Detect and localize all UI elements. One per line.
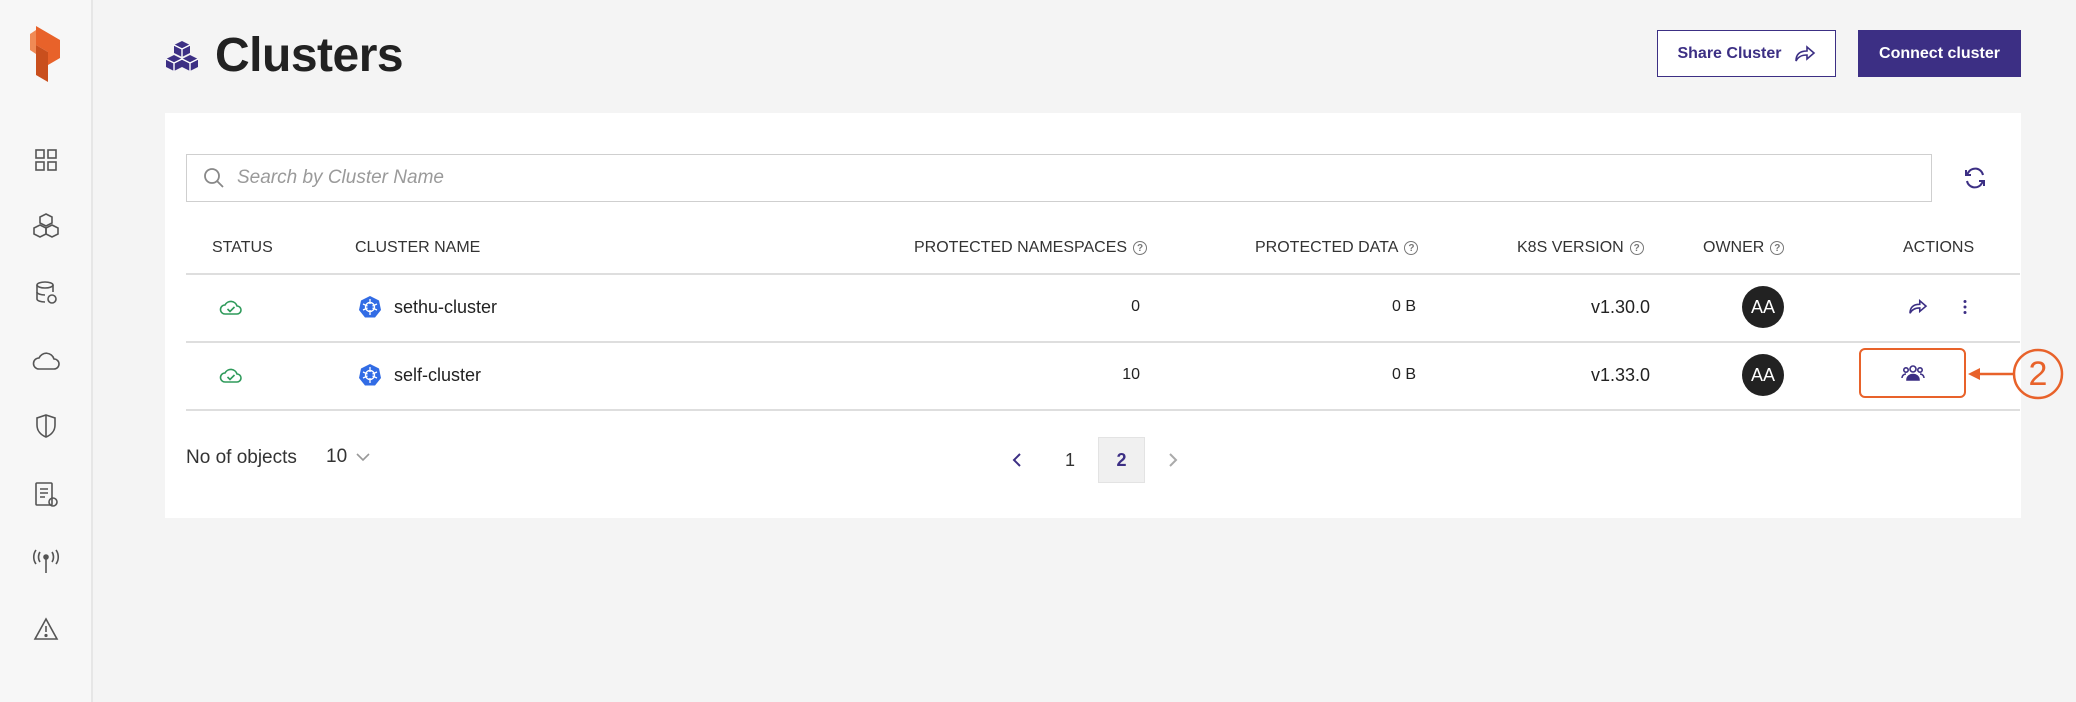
column-header-actions: ACTIONS <box>1903 239 1975 256</box>
antenna-icon[interactable] <box>29 545 63 579</box>
status-cloud-check-icon <box>219 341 243 409</box>
protected-namespaces-value: 0 <box>1131 298 1140 315</box>
report-icon[interactable] <box>29 478 63 512</box>
objects-per-page-select[interactable]: 10 <box>326 446 371 468</box>
column-header-protected-namespaces[interactable]: PROTECTED NAMESPACES? <box>914 239 1148 257</box>
more-menu[interactable] <box>1950 273 1980 341</box>
table-row[interactable]: sethu-cluster 0 0 B v1.30.0 AA <box>186 273 2020 341</box>
owner-cell: AA <box>1742 273 1784 341</box>
kubernetes-icon <box>359 364 381 386</box>
page-2-button[interactable]: 2 <box>1098 437 1145 483</box>
objects-per-page-label: No of objects <box>186 447 297 468</box>
previous-page-button[interactable] <box>994 437 1040 483</box>
connect-cluster-button[interactable]: Connect cluster <box>1858 30 2021 77</box>
database-icon[interactable] <box>29 276 63 310</box>
help-icon[interactable]: ? <box>1404 241 1419 255</box>
k8s-version-value: v1.33.0 <box>1590 364 1650 385</box>
help-icon[interactable]: ? <box>1770 241 1785 255</box>
help-icon[interactable]: ? <box>1629 241 1644 255</box>
warning-icon[interactable] <box>29 612 63 646</box>
k8s-version-value: v1.30.0 <box>1590 296 1650 317</box>
cluster-name-cell[interactable]: self-cluster <box>358 341 481 409</box>
share-icon <box>1794 44 1815 61</box>
row-divider <box>186 409 2020 411</box>
step-number: 2 <box>2028 354 2048 393</box>
table-row[interactable]: self-cluster 10 0 B v1.33.0 AA <box>186 341 2020 409</box>
kubernetes-icon <box>359 296 381 318</box>
grid-icon[interactable] <box>29 143 63 177</box>
page-1-button[interactable]: 1 <box>1047 437 1093 483</box>
protected-data-value: 0 B <box>1391 366 1416 383</box>
column-header-cluster-name[interactable]: CLUSTER NAME <box>355 239 480 257</box>
column-header-k8s-version[interactable]: K8S VERSION? <box>1517 239 1644 257</box>
owner-cell: AA <box>1742 341 1784 409</box>
search-input[interactable] <box>237 167 1887 189</box>
per-page-value: 10 <box>326 446 348 467</box>
help-icon[interactable]: ? <box>1133 241 1148 255</box>
page-title-text: Clusters <box>215 29 404 82</box>
search-box[interactable] <box>186 154 1932 202</box>
app-logo[interactable] <box>28 24 64 84</box>
share-cluster-button[interactable]: Share Cluster <box>1657 30 1836 77</box>
cubes-icon[interactable] <box>29 208 63 242</box>
column-header-status: STATUS <box>212 239 273 256</box>
more-vertical-icon[interactable] <box>1950 292 1980 322</box>
chevron-left-icon <box>1012 453 1021 467</box>
chevron-right-icon <box>1169 453 1178 467</box>
column-header-protected-data[interactable]: PROTECTED DATA? <box>1255 239 1419 257</box>
sidebar <box>0 0 93 702</box>
avatar: AA <box>1742 286 1784 328</box>
share-action[interactable] <box>1903 273 1933 341</box>
share-cluster-label: Share Cluster <box>1677 44 1782 62</box>
column-header-owner: OWNER? <box>1703 239 1785 257</box>
users-icon <box>1900 365 1925 381</box>
share-icon[interactable] <box>1903 292 1933 322</box>
cluster-name[interactable]: sethu-cluster <box>394 297 497 318</box>
cluster-name[interactable]: self-cluster <box>394 365 481 386</box>
clusters-icon <box>165 40 199 71</box>
avatar: AA <box>1742 354 1784 396</box>
status-cloud-check-icon <box>219 273 243 341</box>
protected-namespaces-value: 10 <box>1122 366 1140 383</box>
shield-icon[interactable] <box>29 409 63 443</box>
search-icon <box>204 168 224 188</box>
page-title: Clusters <box>163 28 404 83</box>
cluster-name-cell[interactable]: sethu-cluster <box>358 273 497 341</box>
protected-data-value: 0 B <box>1391 298 1416 315</box>
chevron-down-icon <box>356 453 370 462</box>
next-page-button[interactable] <box>1150 437 1196 483</box>
refresh-icon[interactable] <box>1960 163 1990 193</box>
manage-users-action[interactable] <box>1859 348 1966 398</box>
cloud-icon[interactable] <box>29 343 63 377</box>
clusters-card: STATUS CLUSTER NAME PROTECTED NAMESPACES… <box>165 113 2021 518</box>
